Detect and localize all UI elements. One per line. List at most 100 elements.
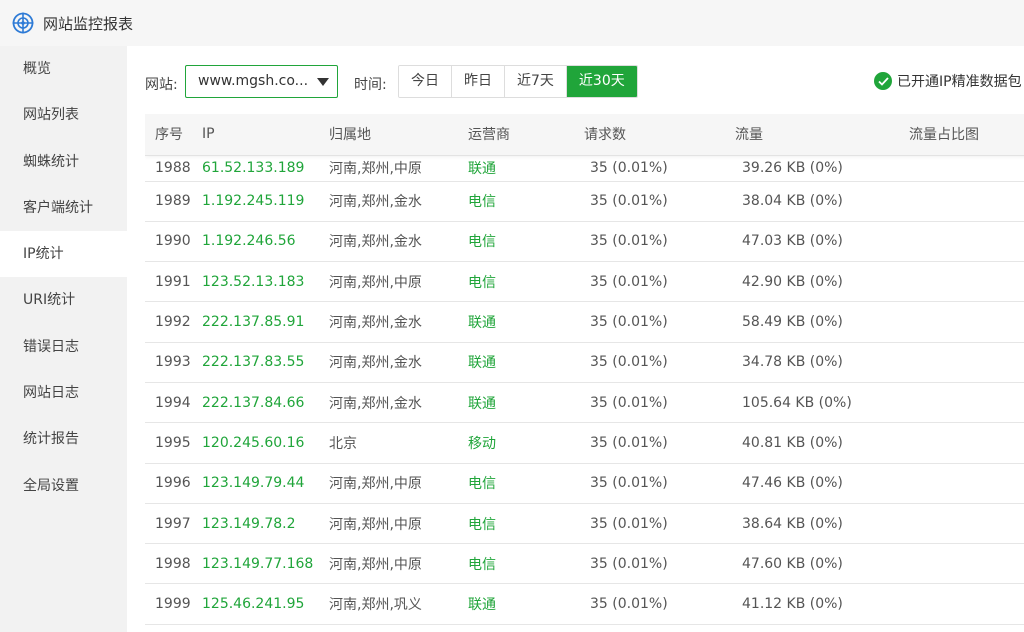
sidebar-item-spider-stats[interactable]: 蜘蛛统计 [0,139,127,185]
row-isp: 电信 [468,261,584,303]
row-isp: 电信 [468,503,584,545]
col-header-isp[interactable]: 运营商 [468,114,584,156]
row-location: 河南,郑州,中原 [329,261,468,303]
sidebar-item-site-list[interactable]: 网站列表 [0,92,127,138]
time-option-7days[interactable]: 近7天 [505,66,567,97]
col-header-traffic[interactable]: 流量 [735,114,909,156]
row-traffic: 42.90 KB (0%) [735,261,909,303]
row-no: 1997 [145,503,202,545]
row-ip[interactable]: 61.52.133.189 [202,155,329,182]
row-requests: 35 (0.01%) [584,261,735,303]
row-location: 河南,郑州,中原 [329,463,468,504]
table-row: 1993 222.137.83.55 河南,郑州,金水 联通 35 (0.01%) 34.… [145,342,1024,383]
row-traffic-chart [909,422,1024,464]
row-ip[interactable]: 123.52.13.183 [202,261,329,303]
sidebar-item-uri-stats[interactable]: URI统计 [0,277,127,323]
row-no: 1998 [145,543,202,585]
ip-stats-table: 序号 IP 归属地 运营商 请求数 流量 流量占比图 1988 61.52.133… [145,114,1024,632]
row-requests: 35 (0.01%) [584,422,735,464]
row-isp: 联通 [468,301,584,343]
table-row: 1990 1.192.246.56 河南,郑州,金水 电信 35 (0.01%) 47.0… [145,221,1024,263]
row-ip[interactable]: 222.137.83.55 [202,342,329,383]
col-header-no[interactable]: 序号 [145,114,202,156]
table-row: 1997 123.149.78.2 河南,郑州,中原 电信 35 (0.01%) 38.6… [145,503,1024,545]
site-select-value: www.mgsh.co... [198,73,309,89]
row-location: 河南,郑州,中原 [329,503,468,545]
filter-bar: 网站: www.mgsh.co... 时间: 今日 昨日 近7天 近30天 已开… [127,46,1024,114]
row-requests: 35 (0.01%) [584,583,735,625]
sidebar-item-client-stats[interactable]: 客户端统计 [0,185,127,231]
row-requests: 35 (0.01%) [584,301,735,343]
row-ip[interactable]: 1.192.246.56 [202,221,329,263]
row-ip[interactable]: 123.149.78.2 [202,503,329,545]
time-option-yesterday[interactable]: 昨日 [452,66,505,97]
row-isp: 电信 [468,181,584,222]
row-no: 1993 [145,342,202,383]
row-location: 河南,郑州,中原 [329,155,468,182]
row-ip[interactable]: 222.137.85.91 [202,301,329,343]
row-isp: 移动 [468,422,584,464]
site-select[interactable]: www.mgsh.co... [185,65,338,98]
table-row: 1991 123.52.13.183 河南,郑州,中原 电信 35 (0.01%) 42.… [145,261,1024,303]
row-traffic-chart [909,503,1024,545]
table-row: 1988 61.52.133.189 河南,郑州,中原 联通 35 (0.01%) 39.… [145,155,1024,182]
row-traffic-chart [909,301,1024,343]
row-requests: 35 (0.01%) [584,543,735,585]
sidebar-item-site-log[interactable]: 网站日志 [0,370,127,416]
table-header-row: 序号 IP 归属地 运营商 请求数 流量 流量占比图 [145,114,1024,156]
app-title: 网站监控报表 [43,14,134,33]
row-traffic-chart [909,382,1024,424]
table-row: 1994 222.137.84.66 河南,郑州,金水 联通 35 (0.01%) 105… [145,382,1024,424]
row-traffic: 40.81 KB (0%) [735,422,909,464]
col-header-traffic-chart: 流量占比图 [909,114,1024,156]
row-isp: 联通 [468,155,584,182]
row-isp: 联通 [468,583,584,625]
col-header-requests[interactable]: 请求数 [584,114,735,156]
row-traffic: 47.60 KB (0%) [735,543,909,585]
table-row: 1996 123.149.79.44 河南,郑州,中原 电信 35 (0.01%) 47.… [145,463,1024,504]
row-traffic: 105.64 KB (0%) [735,382,909,424]
row-traffic-chart [909,155,1024,182]
time-option-today[interactable]: 今日 [399,66,452,97]
site-label: 网站: [145,77,178,93]
sidebar-item-report[interactable]: 统计报告 [0,416,127,462]
sidebar-item-ip-stats[interactable]: IP统计 [0,231,127,278]
row-ip[interactable]: 222.137.84.66 [202,382,329,424]
sidebar-item-error-log[interactable]: 错误日志 [0,324,127,370]
row-location: 河南,郑州,金水 [329,382,468,424]
row-traffic: 38.64 KB (0%) [735,503,909,545]
row-ip[interactable]: 123.149.79.44 [202,463,329,504]
row-traffic: 47.03 KB (0%) [735,221,909,263]
col-header-location[interactable]: 归属地 [329,114,468,156]
check-circle-icon [874,72,892,90]
row-ip[interactable]: 125.46.241.95 [202,583,329,625]
row-requests: 35 (0.01%) [584,463,735,504]
caret-down-icon [317,78,329,86]
row-ip[interactable]: 1.192.245.119 [202,181,329,222]
table-row: 1995 120.245.60.16 北京 移动 35 (0.01%) 40.81 KB … [145,422,1024,464]
row-requests: 35 (0.01%) [584,155,735,182]
row-requests: 35 (0.01%) [584,503,735,545]
row-location: 河南,郑州,巩义 [329,583,468,625]
row-traffic-chart [909,543,1024,585]
table-row: 1999 125.46.241.95 河南,郑州,巩义 联通 35 (0.01%) 41.… [145,583,1024,625]
row-no: 1990 [145,221,202,263]
col-header-ip[interactable]: IP [202,114,329,156]
sidebar-item-overview[interactable]: 概览 [0,46,127,92]
row-location: 河南,郑州,金水 [329,301,468,343]
row-location: 河南,郑州,金水 [329,342,468,383]
row-ip[interactable]: 123.149.77.168 [202,543,329,585]
row-no: 1999 [145,583,202,625]
row-traffic: 47.46 KB (0%) [735,463,909,504]
row-isp: 电信 [468,543,584,585]
ip-pack-text: 已开通IP精准数据包 [897,74,1022,90]
target-globe-icon [12,12,34,34]
row-traffic-chart [909,342,1024,383]
row-traffic: 38.04 KB (0%) [735,181,909,222]
row-traffic-chart [909,181,1024,222]
row-no: 1989 [145,181,202,222]
time-option-30days[interactable]: 近30天 [566,66,637,97]
sidebar-item-global-settings[interactable]: 全局设置 [0,463,127,509]
main-panel: 网站: www.mgsh.co... 时间: 今日 昨日 近7天 近30天 已开… [127,46,1024,632]
row-ip[interactable]: 120.245.60.16 [202,422,329,464]
